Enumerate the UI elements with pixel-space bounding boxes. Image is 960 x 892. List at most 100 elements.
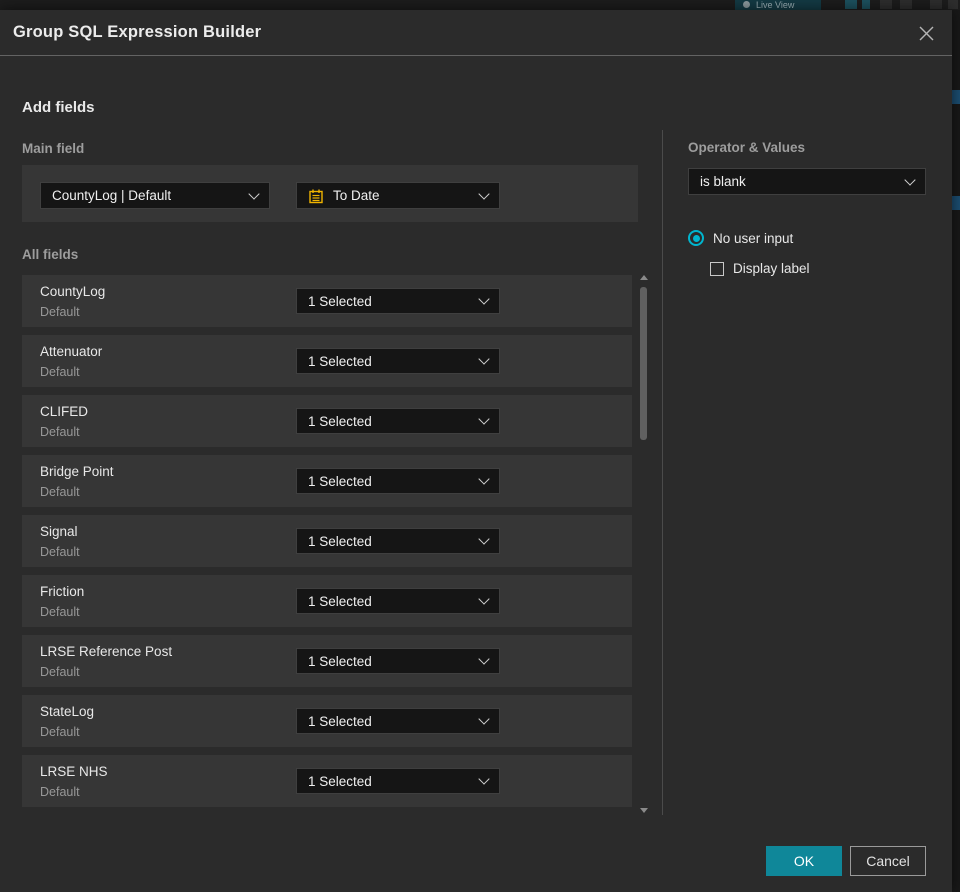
field-selection-dropdown[interactable]: 1 Selected — [296, 588, 500, 614]
date-type-dropdown-value: To Date — [333, 188, 380, 203]
field-name: CLIFED — [40, 404, 89, 419]
field-selection-dropdown[interactable]: 1 Selected — [296, 408, 500, 434]
checkbox-icon — [710, 261, 724, 276]
background-right-strip — [952, 10, 960, 892]
chevron-down-icon — [904, 173, 916, 186]
field-row: LRSE Reference Post Default 1 Selected — [22, 635, 632, 687]
all-fields-list: CountyLog Default 1 Selected Attenuator … — [22, 275, 632, 807]
field-selection-value: 1 Selected — [308, 293, 372, 309]
field-row: Attenuator Default 1 Selected — [22, 335, 632, 387]
dialog-title: Group SQL Expression Builder — [13, 23, 262, 41]
field-subtitle: Default — [40, 425, 80, 439]
field-subtitle: Default — [40, 785, 80, 799]
add-fields-heading: Add fields — [22, 99, 95, 116]
field-selection-dropdown[interactable]: 1 Selected — [296, 468, 500, 494]
chevron-down-icon — [248, 187, 260, 200]
field-selection-value: 1 Selected — [308, 713, 372, 729]
dialog-titlebar: Group SQL Expression Builder — [0, 10, 952, 56]
chevron-down-icon — [478, 653, 490, 665]
chevron-down-icon — [478, 293, 490, 305]
main-field-dropdown-value: CountyLog | Default — [52, 188, 172, 203]
field-selection-value: 1 Selected — [308, 773, 372, 789]
group-sql-expression-builder-dialog: Group SQL Expression Builder Add fields … — [0, 10, 952, 892]
field-selection-value: 1 Selected — [308, 473, 372, 489]
toolbar-fragment — [880, 0, 892, 9]
field-row: Friction Default 1 Selected — [22, 575, 632, 627]
field-name: StateLog — [40, 704, 95, 719]
scrollbar-up-icon[interactable] — [640, 275, 648, 280]
operator-dropdown-value: is blank — [700, 174, 746, 189]
field-subtitle: Default — [40, 545, 80, 559]
radio-selected-icon — [688, 230, 704, 246]
field-name: CountyLog — [40, 284, 106, 299]
no-user-input-radio[interactable]: No user input — [688, 230, 793, 246]
background-fragment — [952, 196, 960, 210]
cancel-button[interactable]: Cancel — [850, 846, 926, 876]
display-label-text: Display label — [733, 261, 810, 276]
field-name: Friction — [40, 584, 85, 599]
field-subtitle: Default — [40, 485, 80, 499]
toolbar-fragment — [862, 0, 870, 9]
background-toolbar-strip: Live View — [0, 0, 960, 10]
field-selection-dropdown[interactable]: 1 Selected — [296, 768, 500, 794]
field-subtitle: Default — [40, 665, 80, 679]
field-name: Attenuator — [40, 344, 103, 359]
field-subtitle: Default — [40, 725, 80, 739]
field-subtitle: Default — [40, 305, 80, 319]
main-field-dropdown[interactable]: CountyLog | Default — [40, 182, 270, 209]
screen: Live View Group SQL Expression Builder A… — [0, 0, 960, 892]
main-field-label: Main field — [22, 141, 85, 156]
toolbar-fragment — [948, 0, 958, 9]
live-view-dot-icon — [743, 1, 750, 8]
toolbar-fragment — [845, 0, 857, 9]
all-fields-label: All fields — [22, 247, 79, 262]
operator-values-heading: Operator & Values — [688, 140, 806, 155]
operator-dropdown[interactable]: is blank — [688, 168, 926, 195]
scrollbar-thumb[interactable] — [640, 287, 647, 440]
field-row: CountyLog Default 1 Selected — [22, 275, 632, 327]
chevron-down-icon — [478, 593, 490, 605]
field-row: LRSE NHS Default 1 Selected — [22, 755, 632, 807]
field-name: LRSE NHS — [40, 764, 108, 779]
vertical-divider — [662, 130, 663, 815]
field-row: Signal Default 1 Selected — [22, 515, 632, 567]
field-selection-dropdown[interactable]: 1 Selected — [296, 708, 500, 734]
field-selection-value: 1 Selected — [308, 413, 372, 429]
toolbar-fragment — [930, 0, 942, 9]
scrollbar-down-icon[interactable] — [640, 808, 648, 813]
field-subtitle: Default — [40, 605, 80, 619]
field-name: LRSE Reference Post — [40, 644, 173, 659]
chevron-down-icon — [478, 353, 490, 365]
live-view-label: Live View — [756, 0, 795, 10]
field-row: CLIFED Default 1 Selected — [22, 395, 632, 447]
field-row: Bridge Point Default 1 Selected — [22, 455, 632, 507]
field-selection-value: 1 Selected — [308, 593, 372, 609]
field-selection-dropdown[interactable]: 1 Selected — [296, 528, 500, 554]
field-selection-dropdown[interactable]: 1 Selected — [296, 348, 500, 374]
ok-button[interactable]: OK — [766, 846, 842, 876]
no-user-input-label: No user input — [713, 230, 794, 246]
list-scrollbar — [639, 273, 648, 815]
chevron-down-icon — [478, 413, 490, 425]
field-name: Signal — [40, 524, 78, 539]
field-selection-value: 1 Selected — [308, 533, 372, 549]
field-selection-dropdown[interactable]: 1 Selected — [296, 648, 500, 674]
field-row: StateLog Default 1 Selected — [22, 695, 632, 747]
background-fragment — [952, 90, 960, 104]
close-icon[interactable] — [910, 17, 942, 49]
chevron-down-icon — [478, 473, 490, 485]
chevron-down-icon — [478, 713, 490, 725]
chevron-down-icon — [478, 773, 490, 785]
toolbar-fragment — [900, 0, 912, 9]
display-label-checkbox[interactable]: Display label — [710, 261, 810, 276]
chevron-down-icon — [478, 533, 490, 545]
field-selection-value: 1 Selected — [308, 353, 372, 369]
field-name: Bridge Point — [40, 464, 114, 479]
main-field-panel: CountyLog | Default To Date — [22, 165, 638, 222]
date-type-dropdown[interactable]: To Date — [296, 182, 500, 209]
live-view-chip: Live View — [735, 0, 821, 10]
chevron-down-icon — [478, 187, 490, 200]
field-selection-value: 1 Selected — [308, 653, 372, 669]
field-selection-dropdown[interactable]: 1 Selected — [296, 288, 500, 314]
field-subtitle: Default — [40, 365, 80, 379]
